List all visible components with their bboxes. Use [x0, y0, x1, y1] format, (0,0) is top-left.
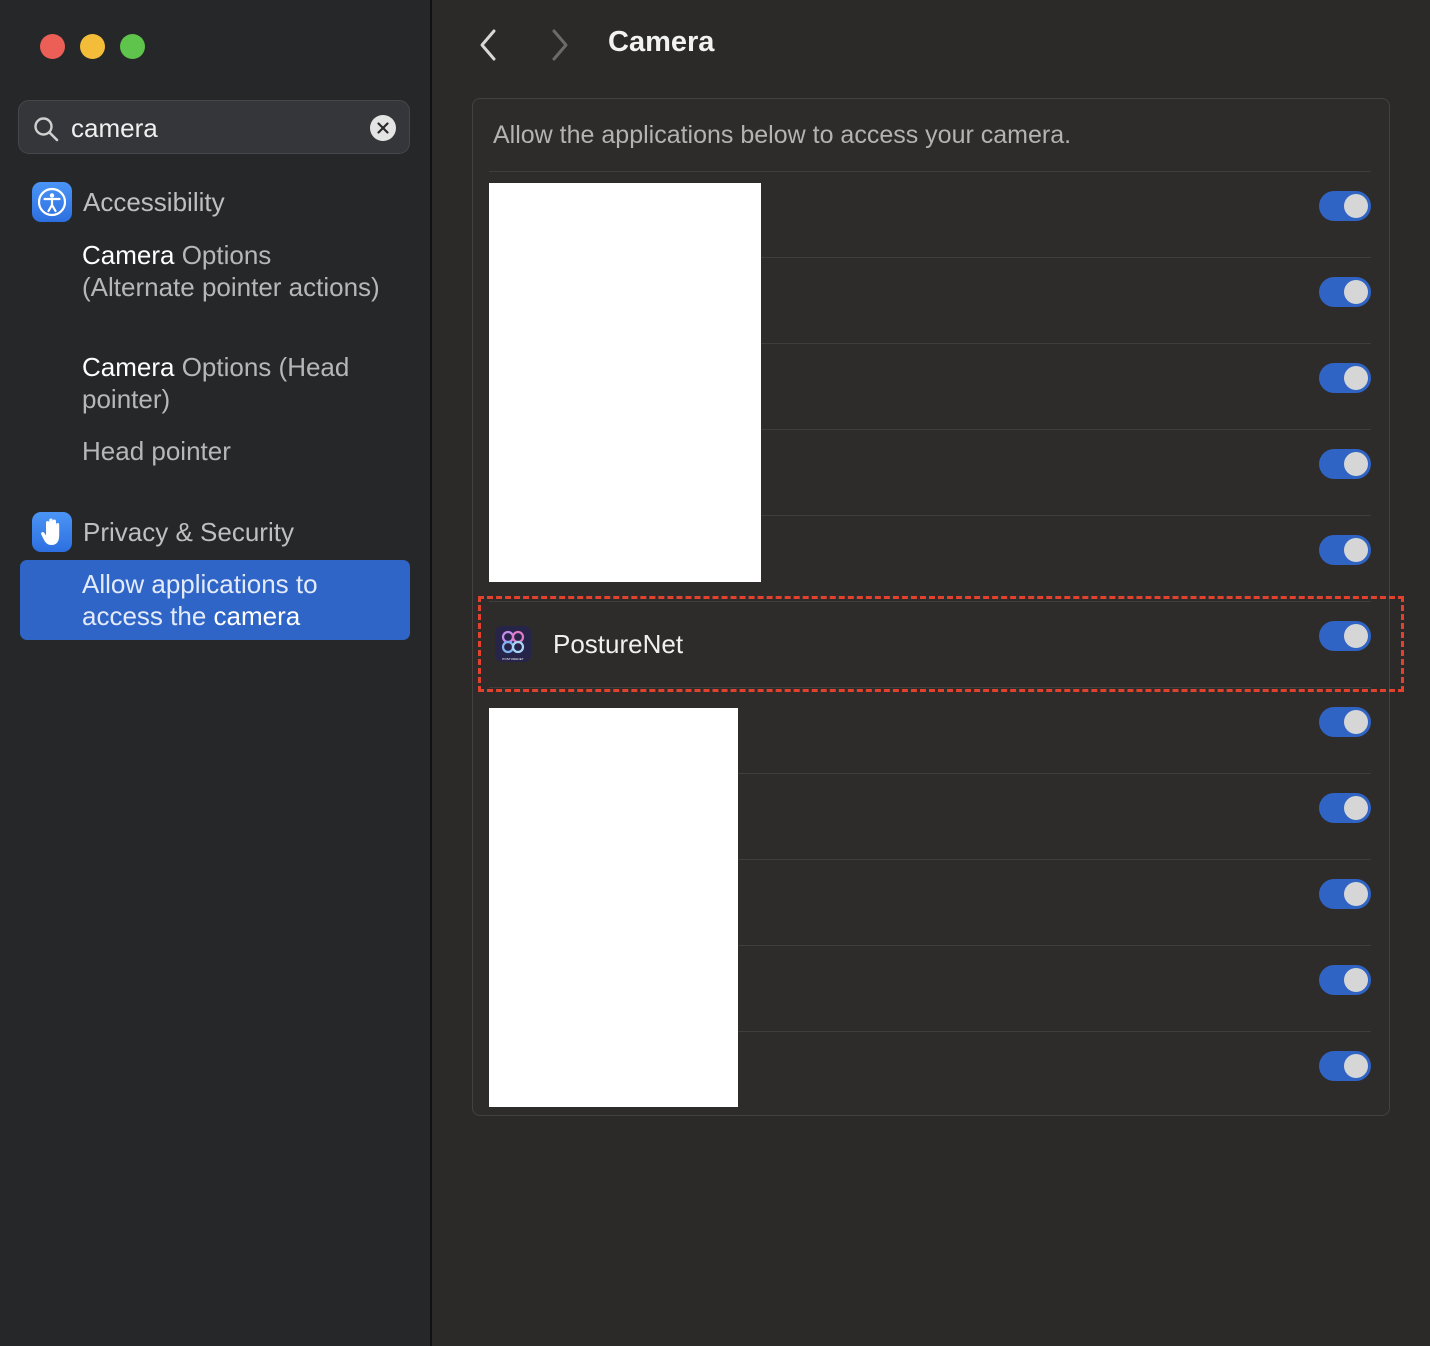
sidebar-item-camera-options-alternate[interactable]: Camera Options (Alternate pointer action… — [82, 239, 382, 303]
sidebar-group-accessibility[interactable]: Accessibility — [32, 182, 225, 222]
sidebar-item-head-pointer[interactable]: Head pointer — [82, 435, 382, 467]
sidebar-item-camera-options-head[interactable]: Camera Options (Head pointer) — [82, 351, 382, 415]
camera-access-toggle[interactable] — [1319, 879, 1371, 909]
sidebar-item-label: Head pointer — [82, 436, 231, 466]
camera-access-toggle[interactable] — [1319, 707, 1371, 737]
camera-access-toggle[interactable] — [1319, 191, 1371, 221]
toggle-knob — [1344, 366, 1368, 390]
camera-access-toggle[interactable] — [1319, 535, 1371, 565]
camera-access-toggle[interactable] — [1319, 277, 1371, 307]
camera-access-toggle[interactable] — [1319, 965, 1371, 995]
sidebar-item-allow-camera-access[interactable]: Allow applications to access the camera — [20, 560, 410, 640]
toggle-knob — [1344, 796, 1368, 820]
zoom-window-button[interactable] — [120, 34, 145, 59]
camera-access-toggle[interactable] — [1319, 449, 1371, 479]
sidebar-group-label: Accessibility — [83, 186, 225, 217]
chevron-right-icon — [552, 29, 568, 61]
search-input[interactable] — [71, 111, 361, 145]
minimize-window-button[interactable] — [80, 34, 105, 59]
sidebar-group-privacy-security[interactable]: Privacy & Security — [32, 512, 294, 552]
search-field[interactable] — [18, 100, 410, 154]
system-settings-window: Accessibility Camera Options (Alternate … — [0, 0, 1430, 1346]
sidebar: Accessibility Camera Options (Alternate … — [0, 0, 432, 1346]
hand-icon — [32, 512, 72, 552]
search-match-text: Camera — [82, 352, 175, 382]
sidebar-item-label: Allow applications to access the camera — [82, 568, 402, 632]
chevron-left-icon — [480, 29, 496, 61]
toggle-knob — [1344, 710, 1368, 734]
accessibility-icon — [32, 182, 72, 222]
annotation-highlight-box — [478, 596, 1404, 692]
search-icon — [34, 117, 59, 142]
close-window-button[interactable] — [40, 34, 65, 59]
sidebar-group-label: Privacy & Security — [83, 516, 294, 547]
toggle-knob — [1344, 882, 1368, 906]
search-match-text: Camera — [82, 240, 175, 270]
toggle-knob — [1344, 538, 1368, 562]
toggle-knob — [1344, 280, 1368, 304]
camera-access-toggle[interactable] — [1319, 1051, 1371, 1081]
toggle-knob — [1344, 1054, 1368, 1078]
camera-access-toggle[interactable] — [1319, 363, 1371, 393]
page-title: Camera — [608, 26, 715, 58]
toggle-knob — [1344, 194, 1368, 218]
toggle-knob — [1344, 968, 1368, 992]
back-button[interactable] — [478, 28, 498, 67]
redacted-region — [489, 183, 761, 582]
redacted-region — [489, 708, 738, 1107]
search-match-text: camera — [213, 601, 301, 631]
toggle-knob — [1344, 452, 1368, 476]
camera-access-toggle[interactable] — [1319, 793, 1371, 823]
forward-button[interactable] — [550, 28, 570, 67]
traffic-lights — [40, 34, 145, 59]
panel-description: Allow the applications below to access y… — [493, 121, 1072, 149]
clear-search-icon[interactable] — [370, 115, 396, 141]
